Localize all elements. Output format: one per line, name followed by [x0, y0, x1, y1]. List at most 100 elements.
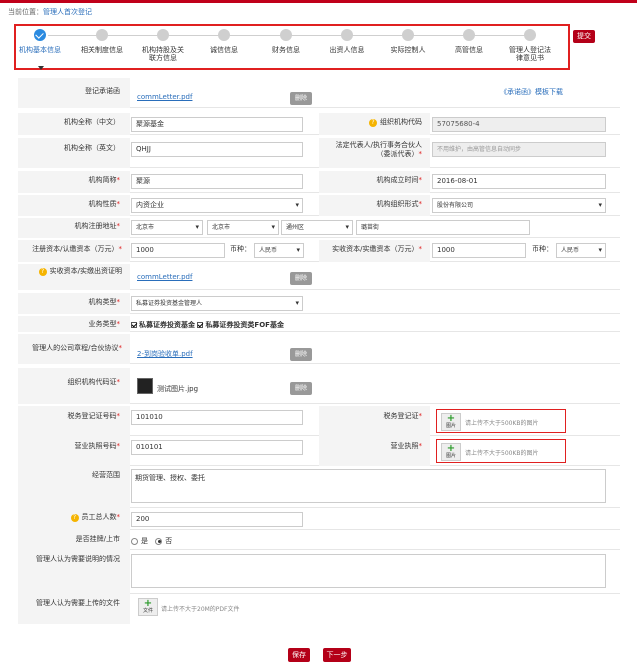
step-integrity[interactable]: 诚信信息 — [194, 29, 254, 54]
articles-label: 管理人的公司章程/合伙协议* — [32, 344, 122, 352]
next-step-button[interactable]: 下一步 — [323, 648, 351, 662]
paid-capital-input[interactable]: 1000 — [432, 243, 526, 258]
reg-addr-label: 机构注册地址* — [74, 222, 121, 230]
district-select[interactable]: 通州区 — [281, 220, 353, 235]
nature-select[interactable]: 内资企业 — [131, 198, 303, 213]
staff-label: ? 员工总人数* — [18, 513, 120, 522]
row-articles: 管理人的公司章程/合伙协议* 2-到岗验收单.pdf 删除 — [18, 334, 620, 364]
biz-type-label: 业务类型* — [88, 320, 121, 328]
step-policies[interactable]: 相关制度信息 — [72, 29, 132, 54]
step-dot — [402, 29, 414, 41]
paid-proof-file-link[interactable]: commLetter.pdf — [137, 273, 192, 281]
help-icon[interactable]: ? — [38, 268, 47, 276]
scope-textarea[interactable]: 期货管理、授权、委托 — [131, 469, 606, 503]
upload-image-button[interactable]: + 图片 — [441, 413, 461, 431]
step-dot — [524, 29, 536, 41]
nature-label: 机构性质* — [88, 200, 121, 208]
name-cn-input[interactable]: 聚源基金 — [131, 117, 303, 132]
step-dot — [157, 29, 169, 41]
save-button[interactable]: 保存 — [288, 648, 310, 662]
founded-label: 机构成立时间* — [376, 176, 423, 184]
delete-articles-button[interactable]: 删除 — [290, 348, 312, 361]
step-controller[interactable]: 实际控制人 — [378, 29, 438, 54]
promise-file-link[interactable]: commLetter.pdf — [137, 93, 192, 101]
upload-hint: 请上传不大于500KB的图片 — [465, 420, 539, 427]
image-thumbnail[interactable] — [137, 378, 153, 394]
breadcrumb-current[interactable]: 管理人首次登记 — [43, 8, 92, 16]
org-code-cert-filename: 测试图片.jpg — [157, 385, 199, 393]
step-shareholding[interactable]: 机构持股及关联方信息 — [133, 29, 193, 62]
currency-label: 币种： — [230, 245, 251, 253]
org-type-label: 机构类型* — [88, 298, 121, 306]
row-listed: 是否挂牌/上市 是 否 — [18, 530, 620, 550]
radio-listed-no[interactable] — [155, 537, 163, 545]
org-type-select[interactable]: 私募证券投资基金管理人 — [131, 296, 303, 311]
org-form-label: 机构组织形式* — [376, 200, 423, 208]
top-accent-bar — [0, 0, 637, 3]
radio-listed-yes[interactable] — [131, 537, 138, 545]
step-dot — [218, 29, 230, 41]
license-no-input[interactable]: 010101 — [131, 440, 303, 455]
org-code-label: ? 组织机构代码 — [319, 118, 422, 127]
step-finance[interactable]: 财务信息 — [256, 29, 316, 54]
delete-org-code-cert-button[interactable]: 删除 — [290, 382, 312, 395]
row-short-name: 机构简称* 聚源 机构成立时间* 2016-08-01 — [18, 171, 620, 193]
step-progress: 机构基本信息 相关制度信息 机构持股及关联方信息 诚信信息 财务信息 出资人信息… — [14, 24, 570, 70]
step-executives[interactable]: 高管信息 — [439, 29, 499, 54]
upload-file-button[interactable]: + 文件 — [138, 598, 158, 616]
license-no-label: 营业执照号码* — [74, 442, 121, 450]
name-en-input[interactable]: QHJJ — [131, 142, 303, 157]
address-detail-input[interactable]: 璐苗街 — [356, 220, 530, 235]
upload-hint: 请上传不大于500KB的图片 — [465, 450, 539, 457]
help-icon[interactable]: ? — [369, 119, 377, 127]
province-select[interactable]: 北京市 — [131, 220, 203, 235]
reg-capital-input[interactable]: 1000 — [131, 243, 225, 258]
tax-cert-label: 税务登记证* — [383, 412, 423, 420]
row-upload-files: 管理人认为需要上传的文件 + 文件 请上传不大于20M的PDF文件 — [18, 594, 620, 624]
row-reg-address: 机构注册地址* 北京市 北京市 通州区 璐苗街 — [18, 218, 620, 238]
row-scope: 经营范围 期货管理、授权、委托 — [18, 466, 620, 508]
tax-no-input[interactable]: 101010 — [131, 410, 303, 425]
city-select[interactable]: 北京市 — [207, 220, 279, 235]
submit-button[interactable]: 提交 — [573, 30, 595, 43]
help-icon[interactable]: ? — [70, 514, 79, 522]
founded-date-input[interactable]: 2016-08-01 — [432, 174, 606, 189]
row-staff: ? 员工总人数* 200 — [18, 508, 620, 530]
step-basic-info[interactable]: 机构基本信息 — [10, 29, 70, 54]
row-license: 营业执照号码* 010101 营业执照* + 图片 请上传不大于500KB的图片 — [18, 436, 620, 466]
currency-select[interactable]: 人民币 — [254, 243, 304, 258]
explain-textarea[interactable] — [131, 554, 606, 588]
paid-currency-select[interactable]: 人民币 — [556, 243, 606, 258]
delete-promise-button[interactable]: 删除 — [290, 92, 312, 105]
delete-paid-proof-button[interactable]: 删除 — [290, 272, 312, 285]
name-cn-label: 机构全称（中文） — [64, 118, 120, 126]
license-label: 营业执照* — [390, 442, 423, 450]
step-dot — [96, 29, 108, 41]
checkbox-private-securities[interactable] — [131, 322, 137, 328]
upload-image-button[interactable]: + 图片 — [441, 443, 461, 461]
check-icon — [34, 29, 46, 41]
breadcrumb-prefix: 当前位置： — [8, 8, 43, 16]
explain-label: 管理人认为需要说明的情况 — [36, 555, 120, 563]
reg-capital-label: 注册资本/认缴资本（万元）* — [32, 245, 122, 253]
row-org-code-cert: 组织机构代码证* 测试图片.jpg 删除 — [18, 368, 620, 404]
promise-template-link[interactable]: 《承诺函》模板下载 — [500, 87, 563, 97]
org-code-input[interactable]: 57075680-4 — [432, 117, 606, 132]
checkbox-fof[interactable] — [197, 322, 204, 328]
plus-icon: + — [143, 598, 153, 609]
org-form-select[interactable]: 股份有限公司 — [432, 198, 606, 213]
staff-input[interactable]: 200 — [131, 512, 303, 527]
biz-type-options: 私募证券投资基金 私募证券投资类FOF基金 — [131, 320, 284, 330]
current-step-arrow — [38, 66, 44, 70]
step-investors[interactable]: 出资人信息 — [317, 29, 377, 54]
row-paid-proof: ? 实收资本/实缴出资证明 commLetter.pdf 删除 — [18, 264, 620, 290]
paid-capital-label: 实收资本/实缴资本（万元）* — [332, 245, 422, 253]
step-legal-opinion[interactable]: 管理人登记法律意见书 — [500, 29, 560, 62]
legal-rep-label: 法定代表人/执行事务合伙人（委派代表）* — [335, 141, 422, 158]
short-name-input[interactable]: 聚源 — [131, 174, 303, 189]
articles-file-link[interactable]: 2-到岗验收单.pdf — [137, 349, 193, 359]
legal-rep-input[interactable]: 不用维护，由高管信息自动同步 — [432, 142, 606, 157]
row-name-cn: 机构全称（中文） 聚源基金 ? 组织机构代码 57075680-4 — [18, 113, 620, 135]
org-code-cert-label: 组织机构代码证* — [67, 378, 121, 386]
paid-proof-label: ? 实收资本/实缴出资证明 — [18, 267, 122, 276]
